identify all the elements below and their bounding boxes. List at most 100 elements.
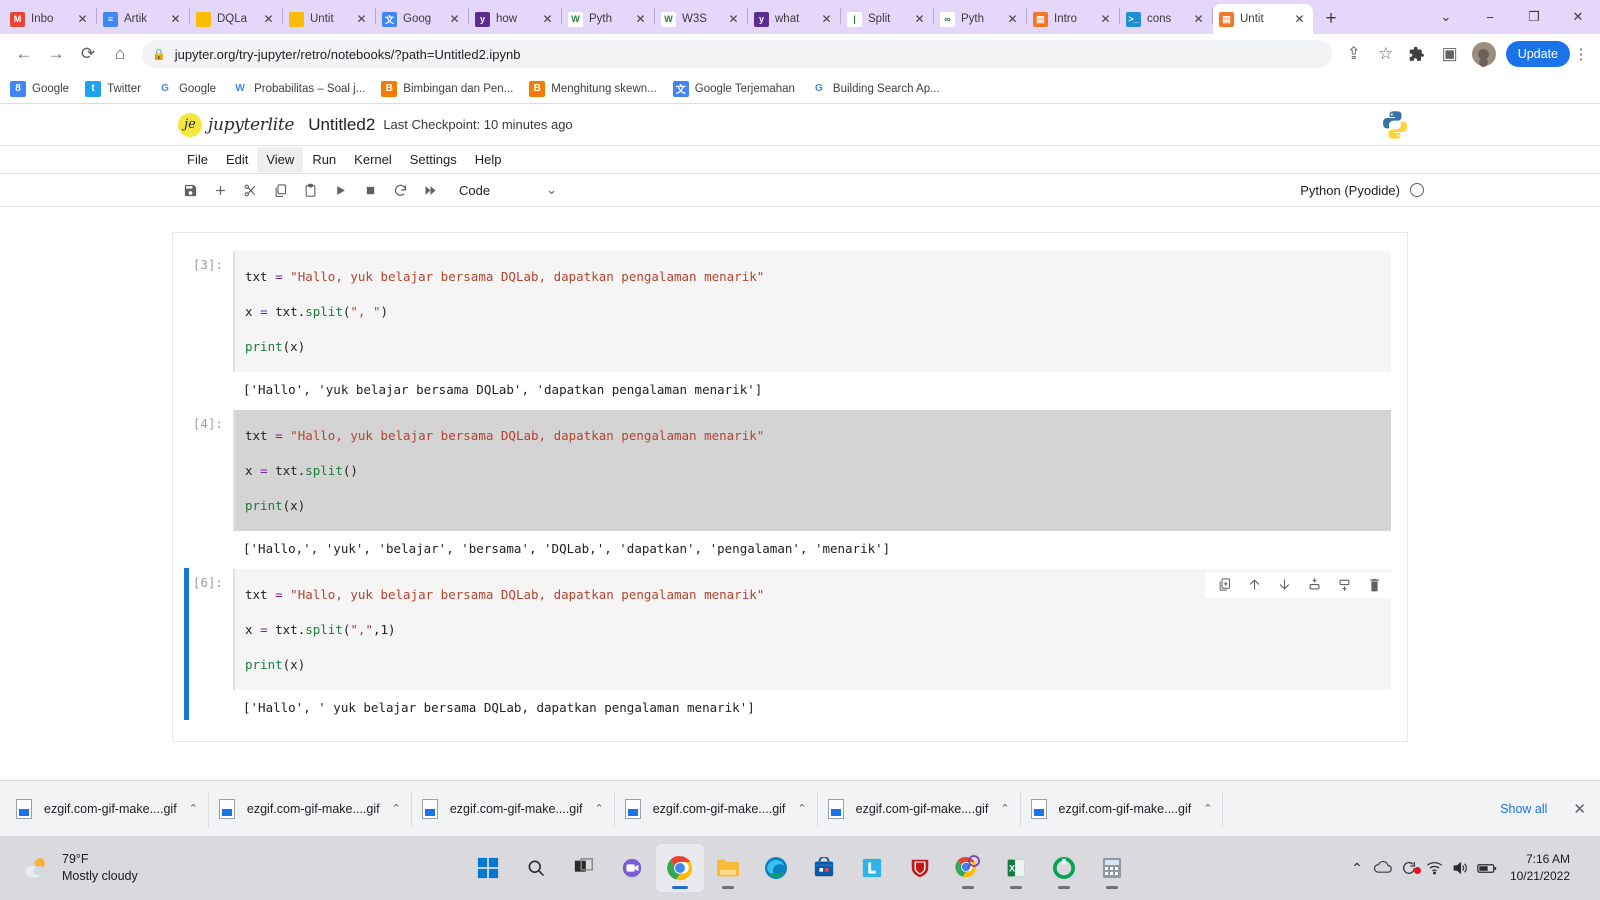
menu-view[interactable]: View <box>257 147 304 172</box>
line-icon[interactable] <box>848 844 896 892</box>
close-tab-icon[interactable]: ✕ <box>261 13 276 25</box>
insert-cell-above-icon[interactable] <box>1299 574 1329 596</box>
cell-input-editor[interactable]: txt = "Hallo, yuk belajar bersama DQLab,… <box>233 409 1391 531</box>
search-icon[interactable] <box>512 844 560 892</box>
bookmark-item[interactable]: B Menghitung skewn... <box>529 80 657 97</box>
address-input[interactable]: 🔒 jupyter.org/try-jupyter/retro/notebook… <box>142 40 1332 68</box>
task-view-icon[interactable] <box>560 844 608 892</box>
menu-run[interactable]: Run <box>303 147 345 172</box>
download-item[interactable]: ezgif.com-gif-make....gif ⌃ <box>209 790 412 827</box>
close-tab-icon[interactable]: ✕ <box>726 13 741 25</box>
notebook-title[interactable]: Untitled2 <box>308 115 375 135</box>
move-cell-down-icon[interactable] <box>1269 574 1299 596</box>
back-icon[interactable]: ← <box>8 38 40 70</box>
close-shelf-button[interactable]: ✕ <box>1565 796 1594 822</box>
browser-tab[interactable]: M Inbo ✕ <box>4 4 96 34</box>
taskbar-weather-widget[interactable]: 79°F Mostly cloudy <box>0 851 240 885</box>
close-window-button[interactable]: ✕ <box>1556 0 1600 34</box>
run-icon[interactable] <box>325 177 355 203</box>
bookmark-item[interactable]: t Twitter <box>85 80 141 97</box>
reload-icon[interactable]: ⟳ <box>72 38 104 70</box>
menu-settings[interactable]: Settings <box>401 147 466 172</box>
download-menu-caret-icon[interactable]: ⌃ <box>797 802 806 815</box>
browser-tab[interactable]: y what ✕ <box>748 4 840 34</box>
download-item[interactable]: ezgif.com-gif-make....gif ⌃ <box>412 790 615 827</box>
browser-tab[interactable]: ▤ Intro ✕ <box>1027 4 1119 34</box>
download-menu-caret-icon[interactable]: ⌃ <box>189 802 198 815</box>
save-icon[interactable] <box>175 177 205 203</box>
minimize-button[interactable]: − <box>1468 0 1512 34</box>
microsoft-store-icon[interactable] <box>800 844 848 892</box>
menu-kernel[interactable]: Kernel <box>345 147 401 172</box>
spss-icon[interactable] <box>1040 844 1088 892</box>
jupyterlite-logo[interactable]: je jupyterlite <box>178 112 295 137</box>
close-tab-icon[interactable]: ✕ <box>447 13 462 25</box>
browser-tab[interactable]: ∞ Pyth ✕ <box>934 4 1026 34</box>
bookmark-star-icon[interactable]: ☆ <box>1370 38 1402 70</box>
paste-icon[interactable] <box>295 177 325 203</box>
tab-search-button[interactable]: ⌄ <box>1424 0 1468 34</box>
bookmark-item[interactable]: G Google <box>156 80 216 97</box>
close-tab-icon[interactable]: ✕ <box>354 13 369 25</box>
update-button[interactable]: Update <box>1505 41 1570 67</box>
download-menu-caret-icon[interactable]: ⌃ <box>1203 802 1212 815</box>
insert-cell-below-icon[interactable] <box>1329 574 1359 596</box>
update-available-icon[interactable] <box>1396 860 1422 876</box>
close-tab-icon[interactable]: ✕ <box>75 13 90 25</box>
show-all-downloads-button[interactable]: Show all <box>1490 796 1557 822</box>
close-tab-icon[interactable]: ✕ <box>819 13 834 25</box>
browser-tab[interactable]: W W3S ✕ <box>655 4 747 34</box>
show-desktop-button[interactable] <box>1578 840 1586 896</box>
cut-icon[interactable] <box>235 177 265 203</box>
show-hidden-icons-chevron-icon[interactable]: ⌃ <box>1344 860 1370 877</box>
duplicate-cell-icon[interactable] <box>1209 574 1239 596</box>
profile-avatar[interactable] <box>1471 42 1496 66</box>
browser-tab[interactable]: ≡ Artik ✕ <box>97 4 189 34</box>
share-icon[interactable]: ⇪ <box>1338 38 1370 70</box>
side-panel-icon[interactable]: ▣ <box>1434 38 1466 70</box>
add-cell-icon[interactable] <box>205 177 235 203</box>
close-tab-icon[interactable]: ✕ <box>540 13 555 25</box>
calculator-icon[interactable] <box>1088 844 1136 892</box>
bookmark-item[interactable]: 文 Google Terjemahan <box>672 80 795 97</box>
move-cell-up-icon[interactable] <box>1239 574 1269 596</box>
forward-icon[interactable]: → <box>40 38 72 70</box>
download-menu-caret-icon[interactable]: ⌃ <box>595 802 604 815</box>
onedrive-icon[interactable] <box>1370 861 1396 875</box>
bookmark-item[interactable]: G Building Search Ap... <box>810 80 940 97</box>
menu-help[interactable]: Help <box>466 147 511 172</box>
close-tab-icon[interactable]: ✕ <box>1005 13 1020 25</box>
download-menu-caret-icon[interactable]: ⌃ <box>392 802 401 815</box>
kernel-indicator[interactable]: Python (Pyodide) <box>1300 183 1424 198</box>
file-explorer-icon[interactable] <box>704 844 752 892</box>
close-tab-icon[interactable]: ✕ <box>1098 13 1113 25</box>
browser-tab[interactable]: 文 Goog ✕ <box>376 4 468 34</box>
new-tab-button[interactable]: + <box>1317 5 1345 33</box>
delete-cell-icon[interactable] <box>1359 574 1389 596</box>
copy-icon[interactable] <box>265 177 295 203</box>
close-tab-icon[interactable]: ✕ <box>633 13 648 25</box>
browser-tab[interactable]: >_ cons ✕ <box>1120 4 1212 34</box>
browser-tab[interactable]: DQLa ✕ <box>190 4 282 34</box>
close-tab-icon[interactable]: ✕ <box>1191 13 1206 25</box>
stop-icon[interactable] <box>355 177 385 203</box>
volume-icon[interactable] <box>1448 861 1474 875</box>
download-item[interactable]: ezgif.com-gif-make....gif ⌃ <box>615 790 818 827</box>
bookmark-item[interactable]: 8 Google <box>10 80 69 97</box>
chrome-menu-icon[interactable]: ⋮ <box>1570 45 1592 63</box>
browser-tab[interactable]: Untit ✕ <box>283 4 375 34</box>
restart-run-all-icon[interactable] <box>415 177 445 203</box>
cell-type-select[interactable]: Code ⌄ <box>453 178 563 203</box>
download-item[interactable]: ezgif.com-gif-make....gif ⌃ <box>1021 790 1224 827</box>
excel-icon[interactable]: X <box>992 844 1040 892</box>
extensions-icon[interactable] <box>1402 38 1434 70</box>
restart-icon[interactable] <box>385 177 415 203</box>
download-item[interactable]: ezgif.com-gif-make....gif ⌃ <box>6 790 209 827</box>
cell-input-editor[interactable]: txt = "Hallo, yuk belajar bersama DQLab,… <box>233 251 1391 372</box>
maximize-button[interactable]: ❐ <box>1512 0 1556 34</box>
wifi-icon[interactable] <box>1422 861 1448 875</box>
close-tab-icon[interactable]: ✕ <box>912 13 927 25</box>
menu-file[interactable]: File <box>178 147 217 172</box>
browser-tab[interactable]: y how ✕ <box>469 4 561 34</box>
bookmark-item[interactable]: W Probabilitas – Soal j... <box>232 80 365 97</box>
